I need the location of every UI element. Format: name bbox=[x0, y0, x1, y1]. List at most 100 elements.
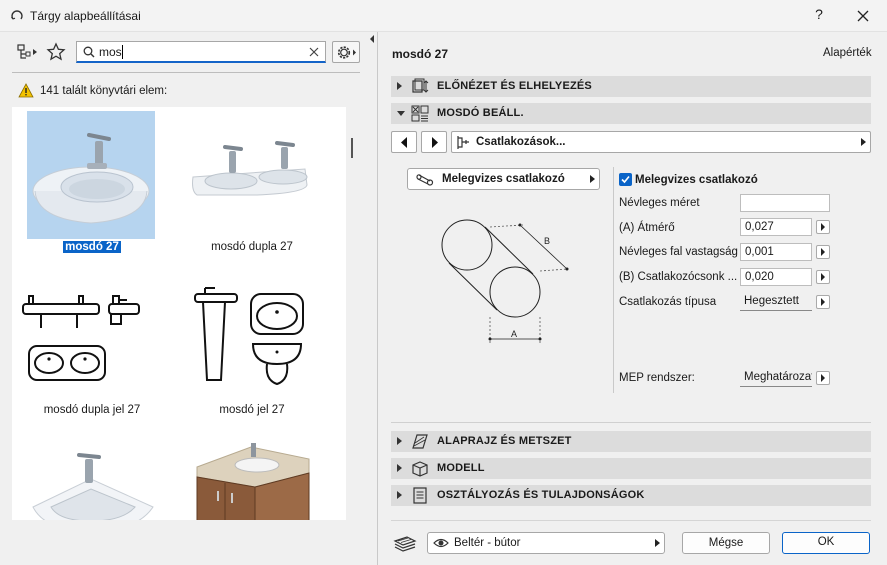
arrow-right-icon bbox=[821, 248, 825, 256]
corner-sink-image bbox=[32, 453, 154, 520]
expand-arrow-icon bbox=[397, 491, 402, 499]
check-icon bbox=[621, 175, 630, 184]
section-preview[interactable]: ELŐNÉZET ÉS ELHELYEZÉS bbox=[391, 76, 871, 97]
title-bar: Tárgy alapbeállításai ? bbox=[0, 0, 887, 32]
defaults-label: Alapérték bbox=[823, 47, 872, 59]
section-model[interactable]: MODELL bbox=[391, 458, 871, 479]
cancel-button[interactable]: Mégse bbox=[682, 532, 770, 554]
diameter-field[interactable]: 0,027 bbox=[740, 218, 812, 236]
search-input[interactable]: mos bbox=[76, 41, 326, 63]
divider bbox=[391, 520, 871, 521]
connector-length-field[interactable]: 0,020 bbox=[740, 268, 812, 286]
pipe-icon bbox=[416, 174, 434, 186]
arrow-right-icon bbox=[821, 374, 825, 382]
ok-button[interactable]: OK bbox=[782, 532, 870, 554]
param-label: MEP rendszer: bbox=[619, 372, 695, 384]
connections-icon bbox=[457, 136, 469, 149]
section-classification[interactable]: OSZTÁLYOZÁS ÉS TULAJDONSÁGOK bbox=[391, 485, 871, 506]
item-label: mosdó jel 27 bbox=[219, 404, 285, 416]
next-page-button[interactable] bbox=[421, 131, 447, 153]
warning-icon bbox=[18, 83, 34, 98]
favorites-star-icon[interactable] bbox=[46, 42, 66, 62]
param-label: Névleges fal vastagság bbox=[619, 246, 738, 258]
item-thumbnail bbox=[187, 111, 315, 239]
section-floorplan[interactable]: ALAPRAJZ ÉS METSZET bbox=[391, 431, 871, 452]
gear-icon bbox=[337, 46, 356, 59]
item-thumbnail bbox=[27, 437, 155, 520]
section-label: ELŐNÉZET ÉS ELHELYEZÉS bbox=[437, 80, 592, 92]
dimension-b-label: B bbox=[544, 236, 550, 246]
previous-page-button[interactable] bbox=[391, 131, 417, 153]
connector-length-options-button[interactable] bbox=[816, 270, 830, 284]
library-item-mosdo-dupla-27[interactable]: mosdó dupla 27 bbox=[172, 107, 332, 259]
section-sink-settings[interactable]: MOSDÓ BEÁLL. bbox=[391, 103, 871, 124]
library-item-mosdo-jel-27[interactable]: mosdó jel 27 bbox=[172, 270, 332, 422]
connector-diagram: B A bbox=[441, 219, 569, 343]
sink-image bbox=[32, 133, 150, 224]
param-value: 0,020 bbox=[745, 271, 774, 283]
library-item-vanity-sink[interactable] bbox=[172, 433, 332, 520]
arrow-right-icon bbox=[821, 273, 825, 281]
preview-placement-icon bbox=[412, 78, 429, 93]
parameters-icon bbox=[411, 105, 429, 122]
collapse-arrow-icon bbox=[397, 111, 405, 116]
collapse-panel-icon[interactable] bbox=[368, 34, 376, 44]
arrow-right-icon bbox=[821, 223, 825, 231]
text-caret bbox=[122, 45, 123, 59]
item-thumbnail bbox=[22, 274, 155, 402]
item-thumbnail bbox=[187, 437, 315, 520]
arrow-left-icon bbox=[401, 137, 407, 148]
layer-select[interactable]: Beltér - bútor bbox=[427, 532, 665, 554]
folder-tree-icon[interactable] bbox=[16, 43, 40, 61]
library-item-mosdo-dupla-jel-27[interactable]: mosdó dupla jel 27 bbox=[12, 270, 172, 422]
page-navigator: Csatlakozások... bbox=[391, 131, 871, 153]
expand-arrow-icon bbox=[397, 464, 402, 472]
floorplan-section-icon bbox=[412, 434, 428, 449]
object-name: mosdó 27 bbox=[392, 47, 449, 61]
arrow-right-icon bbox=[432, 137, 438, 148]
search-icon bbox=[83, 46, 95, 58]
diameter-options-button[interactable] bbox=[816, 220, 830, 234]
arrow-right-icon bbox=[821, 298, 825, 306]
connection-type-select[interactable]: Hegesztett bbox=[740, 293, 812, 311]
wall-thickness-options-button[interactable] bbox=[816, 245, 830, 259]
divider bbox=[12, 72, 360, 73]
help-button[interactable]: ? bbox=[808, 6, 830, 26]
model-cube-icon bbox=[412, 461, 428, 477]
dropdown-arrow-icon bbox=[655, 539, 660, 547]
expand-arrow-icon bbox=[397, 437, 402, 445]
connector-mode-select[interactable]: Melegvizes csatlakozó bbox=[407, 168, 600, 190]
connector-mode-value: Melegvizes csatlakozó bbox=[442, 173, 565, 185]
mep-system-options-button[interactable] bbox=[816, 371, 830, 385]
library-item-mosdo-27[interactable]: mosdó 27 bbox=[12, 107, 172, 259]
item-thumbnail bbox=[27, 111, 155, 239]
item-thumbnail bbox=[187, 274, 315, 402]
page-select-value: Csatlakozások... bbox=[476, 136, 566, 148]
param-label: Névleges méret bbox=[619, 197, 700, 209]
page-select[interactable]: Csatlakozások... bbox=[451, 131, 871, 153]
checkbox[interactable] bbox=[619, 173, 632, 186]
library-gallery: mosdó 27 mosdó dupla 27 mosdó dupla jel … bbox=[12, 107, 346, 520]
window-title: Tárgy alapbeállításai bbox=[30, 9, 141, 23]
mep-system-select[interactable]: Meghatározatlan bbox=[740, 369, 812, 387]
clear-search-icon[interactable] bbox=[307, 45, 321, 59]
results-count-text: 141 talált könyvtári elem: bbox=[40, 85, 168, 97]
layer-value: Beltér - bútor bbox=[454, 537, 521, 549]
nominal-size-field[interactable] bbox=[740, 194, 830, 212]
param-value: 0,001 bbox=[745, 246, 774, 258]
properties-list-icon bbox=[413, 487, 427, 504]
param-label: Csatlakozás típusa bbox=[619, 296, 717, 308]
item-label: mosdó dupla 27 bbox=[211, 241, 293, 253]
library-settings-button[interactable] bbox=[332, 41, 360, 63]
close-icon[interactable] bbox=[851, 4, 875, 28]
connection-type-options-button[interactable] bbox=[816, 295, 830, 309]
library-item-corner-sink[interactable] bbox=[12, 433, 172, 520]
dropdown-arrow-icon bbox=[861, 138, 866, 146]
section-label: MODELL bbox=[437, 462, 485, 474]
wall-thickness-field[interactable]: 0,001 bbox=[740, 243, 812, 261]
sink-symbol-image bbox=[194, 287, 304, 386]
param-label: (B) Csatlakozócsonk ... bbox=[619, 271, 738, 283]
pane-splitter[interactable] bbox=[377, 32, 378, 565]
gallery-scrollbar[interactable] bbox=[351, 138, 353, 158]
dimension-a-label: A bbox=[511, 329, 517, 339]
